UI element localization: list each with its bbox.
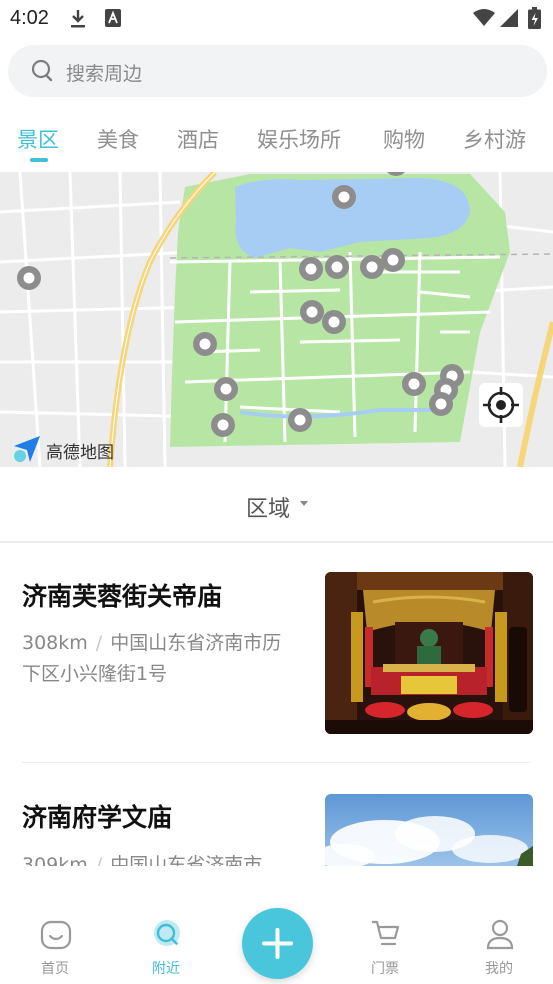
poi-address-block: 309km / 中国山东省济南市 <box>22 850 292 866</box>
poi-distance: 309km <box>22 854 88 866</box>
nav-profile[interactable]: 我的 <box>454 866 544 984</box>
list-item[interactable]: 济南芙蓉街关帝庙 308km / 中国山东省济南市历下区小兴隆街1号 <box>0 545 553 760</box>
tab-hotel[interactable]: 酒店 <box>177 124 219 154</box>
temple-photo <box>325 572 533 734</box>
amap-logo-icon <box>14 436 40 462</box>
signal-icon <box>500 9 518 31</box>
search-bar[interactable]: 搜索周边 <box>8 45 547 97</box>
list-divider <box>22 762 531 763</box>
wifi-icon <box>473 9 495 31</box>
poi-distance: 308km <box>22 632 88 654</box>
profile-icon <box>484 918 516 954</box>
plus-icon <box>262 928 293 959</box>
map-provider-text: 高德地图 <box>46 443 114 463</box>
map-canvas <box>0 172 553 467</box>
category-tabs: 景区 美食 酒店 娱乐场所 购物 乡村游 <box>0 118 553 168</box>
tab-entertainment[interactable]: 娱乐场所 <box>257 124 341 154</box>
nav-nearby[interactable]: 附近 <box>121 866 211 984</box>
search-icon <box>31 59 55 87</box>
notification-icon <box>105 9 121 31</box>
search-placeholder: 搜索周边 <box>66 63 143 85</box>
sky-photo <box>325 794 533 866</box>
nav-label: 附近 <box>152 961 180 977</box>
crosshair-icon <box>483 387 519 423</box>
tab-rural-tour[interactable]: 乡村游 <box>463 124 526 154</box>
poi-address: 中国山东省济南市 <box>110 854 263 866</box>
separator: / <box>95 632 103 654</box>
tab-food[interactable]: 美食 <box>97 124 139 154</box>
nav-home[interactable]: 首页 <box>10 866 100 984</box>
road-east <box>517 321 553 467</box>
poi-title: 济南芙蓉街关帝庙 <box>22 582 223 611</box>
tab-shopping[interactable]: 购物 <box>383 124 425 154</box>
list-item[interactable]: 济南府学文庙 309km / 中国山东省济南市 <box>0 765 553 866</box>
poi-title: 济南府学文庙 <box>22 803 173 832</box>
cart-icon <box>370 918 402 954</box>
nav-label: 首页 <box>41 961 69 977</box>
nav-tickets[interactable]: 门票 <box>340 866 430 984</box>
add-button[interactable] <box>242 908 313 979</box>
download-icon <box>70 9 86 33</box>
battery-icon <box>528 7 541 33</box>
region-filter[interactable]: 区域 <box>0 467 553 543</box>
nearby-icon <box>151 918 183 954</box>
status-time: 4:02 <box>10 7 49 29</box>
map-view[interactable] <box>0 172 553 467</box>
poi-thumbnail <box>325 572 533 734</box>
home-icon <box>40 918 72 954</box>
caret-down-icon <box>300 501 308 506</box>
locate-me-button[interactable] <box>479 383 523 427</box>
tab-active-indicator <box>30 158 48 162</box>
poi-address-block: 308km / 中国山东省济南市历下区小兴隆街1号 <box>22 628 292 690</box>
separator: / <box>95 854 103 866</box>
region-filter-label: 区域 <box>246 497 291 522</box>
tab-scenic[interactable]: 景区 <box>17 124 59 154</box>
status-bar: 4:02 <box>0 0 553 38</box>
nav-label: 我的 <box>485 961 513 977</box>
map-provider-logo: 高德地图 <box>12 432 114 464</box>
poi-thumbnail <box>325 794 533 866</box>
nav-label: 门票 <box>371 961 399 977</box>
